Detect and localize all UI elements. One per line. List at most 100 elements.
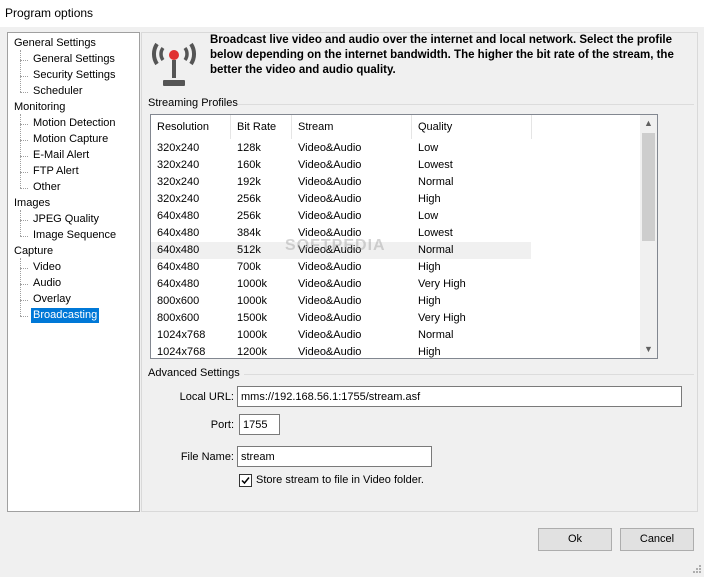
cell-stream: Video&Audio	[298, 329, 362, 341]
column-bit-rate[interactable]: Bit Rate	[231, 115, 292, 139]
cell-quality: Normal	[418, 176, 454, 188]
tree-connector	[20, 210, 21, 236]
table-row[interactable]: 1024x768 1200k Video&Audio High	[151, 344, 531, 358]
store-stream-label[interactable]: Store stream to file in Video folder.	[256, 474, 424, 486]
file-name-label: File Name:	[180, 451, 234, 463]
scroll-down-icon[interactable]: ▼	[640, 341, 657, 358]
cell-stream: Video&Audio	[298, 176, 362, 188]
tree-connector	[20, 50, 21, 92]
cell-stream: Video&Audio	[298, 193, 362, 205]
resize-grip-icon[interactable]	[692, 564, 702, 574]
cell-bit-rate: 512k	[237, 244, 261, 256]
column-quality[interactable]: Quality	[412, 115, 532, 139]
cell-bit-rate: 256k	[237, 193, 261, 205]
cell-resolution: 640x480	[157, 261, 200, 273]
tree-item-general-settings[interactable]: General Settings	[31, 52, 117, 67]
divider	[238, 104, 694, 105]
cell-resolution: 320x240	[157, 159, 200, 171]
tree-group-monitoring[interactable]: Monitoring	[12, 100, 67, 115]
cell-bit-rate: 256k	[237, 210, 261, 222]
table-row[interactable]: 640x480 256k Video&Audio Low	[151, 208, 531, 225]
scroll-up-icon[interactable]: ▲	[640, 115, 657, 132]
options-tree[interactable]: General Settings General Settings Security…	[7, 32, 140, 512]
column-stream[interactable]: Stream	[292, 115, 412, 139]
cell-resolution: 640x480	[157, 244, 200, 256]
cell-resolution: 800x600	[157, 312, 200, 324]
tree-item-broadcasting[interactable]: Broadcasting	[31, 308, 100, 323]
ok-button[interactable]: Ok	[538, 528, 612, 551]
cell-resolution: 640x480	[157, 227, 200, 239]
cell-stream: Video&Audio	[298, 278, 362, 290]
tree-item-other[interactable]: Other	[31, 180, 63, 195]
tree-connector	[20, 258, 21, 316]
cell-bit-rate: 1500k	[237, 312, 267, 324]
cell-quality: Low	[418, 142, 439, 154]
table-row[interactable]: 800x600 1500k Video&Audio Very High	[151, 310, 531, 327]
store-stream-checkbox[interactable]	[239, 474, 252, 487]
cell-resolution: 640x480	[157, 210, 200, 222]
tree-item-jpeg-quality[interactable]: JPEG Quality	[31, 212, 101, 227]
column-resolution[interactable]: Resolution	[151, 115, 231, 139]
tree-item-security-settings[interactable]: Security Settings	[31, 68, 118, 83]
broadcast-description: Broadcast live video and audio over the …	[210, 34, 674, 76]
tree-item-audio[interactable]: Audio	[31, 276, 63, 291]
table-row[interactable]: 640x480 1000k Video&Audio Very High	[151, 276, 531, 293]
tree-connector	[20, 316, 28, 317]
tree-item-image-sequence[interactable]: Image Sequence	[31, 228, 118, 243]
port-field[interactable]: 1755	[239, 414, 280, 435]
table-row[interactable]: 320x240 192k Video&Audio Normal	[151, 174, 531, 191]
title-bar: Program options	[0, 0, 704, 27]
tree-group-capture[interactable]: Capture	[12, 244, 55, 259]
cell-resolution: 1024x768	[157, 346, 206, 358]
cell-resolution: 640x480	[157, 278, 200, 290]
tree-group-general-settings[interactable]: General Settings	[12, 36, 98, 51]
advanced-settings-label: Advanced Settings	[148, 367, 240, 379]
local-url-label: Local URL:	[179, 391, 234, 403]
local-url-field[interactable]: mms://192.168.56.1:1755/stream.asf	[237, 386, 682, 407]
cell-quality: Low	[418, 210, 439, 222]
tree-item-overlay[interactable]: Overlay	[31, 292, 73, 307]
tree-connector	[20, 220, 28, 221]
tree-item-motion-capture[interactable]: Motion Capture	[31, 132, 110, 147]
watermark: SOFTPEDIA	[285, 237, 386, 254]
cell-bit-rate: 1000k	[237, 278, 267, 290]
tree-connector	[20, 172, 28, 173]
tree-item-motion-detection[interactable]: Motion Detection	[31, 116, 118, 131]
cell-stream: Video&Audio	[298, 159, 362, 171]
cell-quality: High	[418, 193, 441, 205]
table-row[interactable]: 1024x768 1000k Video&Audio Normal	[151, 327, 531, 344]
cell-stream: Video&Audio	[298, 210, 362, 222]
tree-connector	[20, 124, 28, 125]
tree-item-video[interactable]: Video	[31, 260, 63, 275]
tree-item-ftp-alert[interactable]: FTP Alert	[31, 164, 81, 179]
cell-bit-rate: 160k	[237, 159, 261, 171]
file-name-field[interactable]: stream	[237, 446, 432, 467]
table-row[interactable]: 320x240 160k Video&Audio Lowest	[151, 157, 531, 174]
tree-connector	[20, 114, 21, 188]
tree-connector	[20, 76, 28, 77]
cancel-button[interactable]: Cancel	[620, 528, 694, 551]
cell-quality: Normal	[418, 244, 454, 256]
table-row[interactable]: 640x480 700k Video&Audio High	[151, 259, 531, 276]
tree-item-scheduler[interactable]: Scheduler	[31, 84, 85, 99]
scroll-thumb[interactable]	[642, 133, 655, 241]
cell-resolution: 1024x768	[157, 329, 206, 341]
tree-group-images[interactable]: Images	[12, 196, 52, 211]
tree-connector	[20, 140, 28, 141]
vertical-scrollbar[interactable]: ▲ ▼	[640, 115, 657, 358]
cell-quality: Lowest	[418, 159, 453, 171]
table-row[interactable]: 320x240 128k Video&Audio Low	[151, 140, 531, 157]
cell-bit-rate: 384k	[237, 227, 261, 239]
table-header: Resolution Bit Rate Stream Quality	[151, 115, 641, 139]
cell-quality: Very High	[418, 278, 466, 290]
table-row[interactable]: 800x600 1000k Video&Audio High	[151, 293, 531, 310]
cell-quality: High	[418, 346, 441, 358]
cell-stream: Video&Audio	[298, 142, 362, 154]
antenna-icon	[147, 38, 201, 90]
table-row[interactable]: 320x240 256k Video&Audio High	[151, 191, 531, 208]
tree-connector	[20, 284, 28, 285]
cell-stream: Video&Audio	[298, 346, 362, 358]
cell-quality: Very High	[418, 312, 466, 324]
tree-item-e-mail-alert[interactable]: E-Mail Alert	[31, 148, 91, 163]
streaming-profiles-table[interactable]: Resolution Bit Rate Stream Quality 320x2…	[150, 114, 658, 359]
